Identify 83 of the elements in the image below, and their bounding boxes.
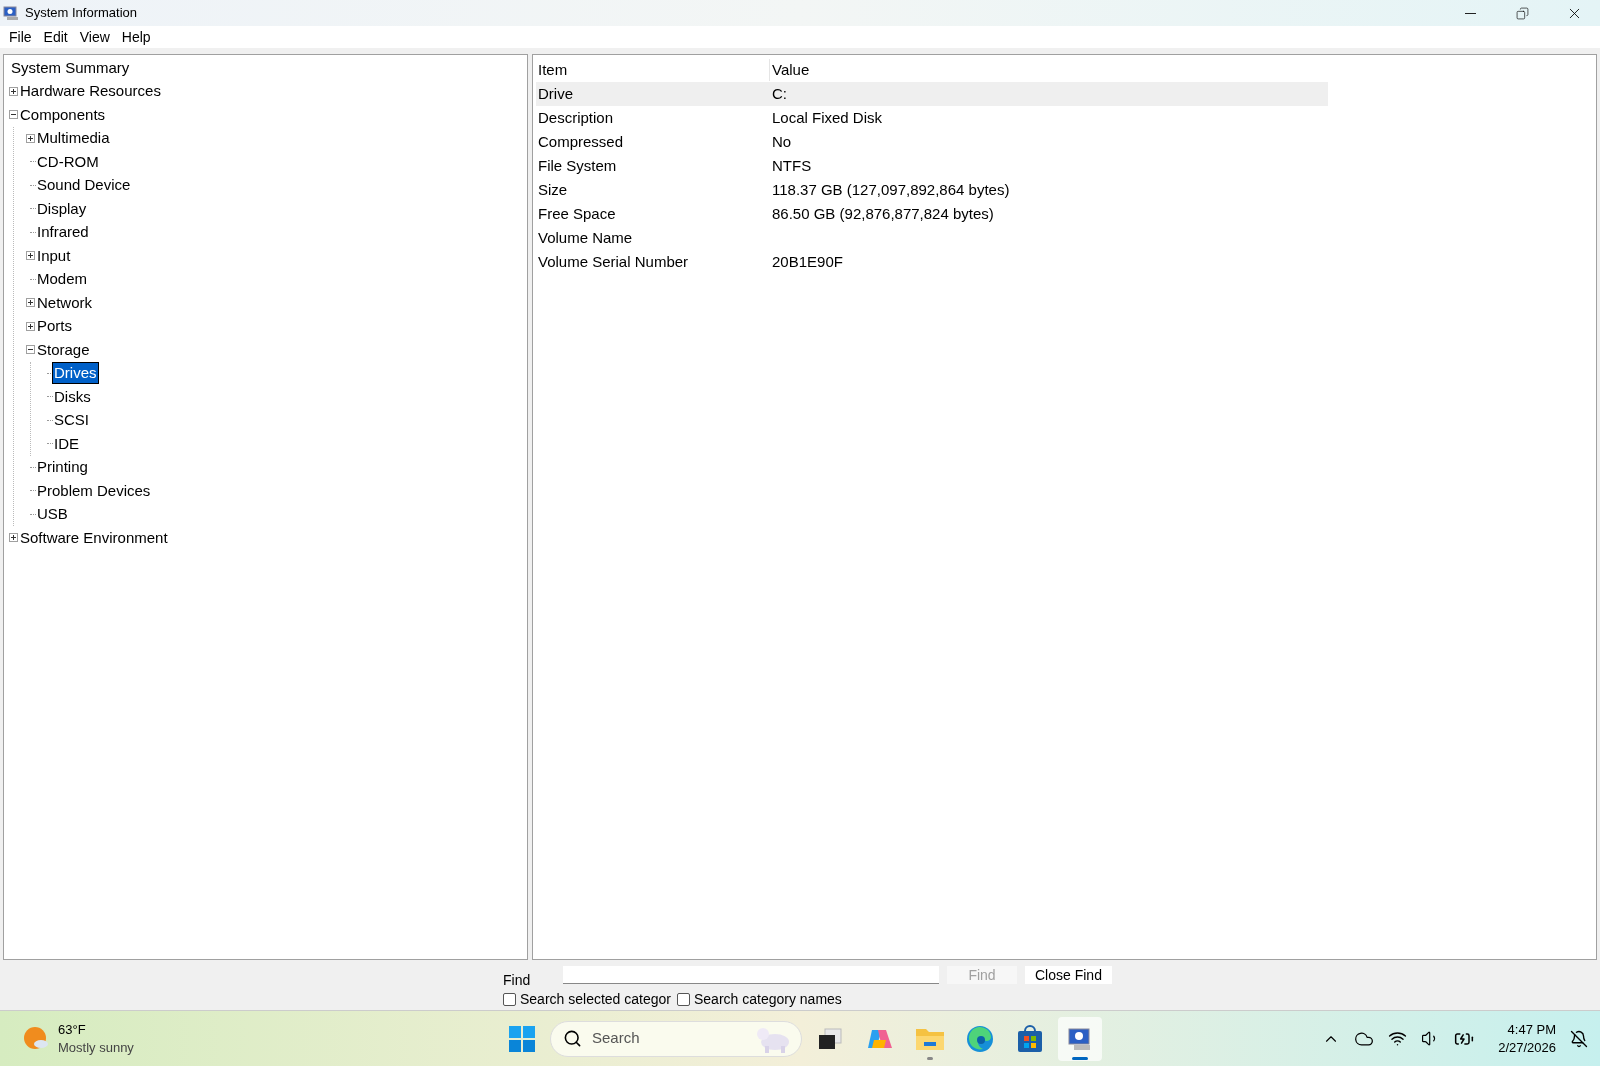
find-field[interactable] [563,966,939,984]
table-cell-text: No [771,131,792,152]
tree-item[interactable]: Software Environment [19,527,169,548]
tree-item[interactable]: Drives [53,363,98,384]
table-cell-text: Drive [537,83,574,104]
table-row[interactable]: File System NTFS [536,154,1328,178]
table-row[interactable]: Compressed No [536,130,1328,154]
column-header[interactable]: Value [770,58,1328,82]
table-row[interactable]: Free Space 86.50 GB (92,876,877,824 bytes) [536,202,1328,226]
expander-icon[interactable] [26,298,35,308]
table-cell-text: Volume Serial Number [537,251,690,272]
table-cell-text: Size [537,179,569,200]
checkbox-label: Search selected categor [520,989,671,1009]
tree-item[interactable]: Components [19,104,107,125]
tree-item[interactable]: System Summary [8,56,130,79]
checkbox[interactable] [677,992,690,1006]
tree-item[interactable]: CD-ROM [36,151,100,172]
window-stack-icon [817,1026,843,1051]
tree-item[interactable]: Input [36,245,72,266]
computer-info-icon [3,5,19,21]
find-button[interactable]: Close Find [1025,966,1112,984]
expander-icon[interactable] [9,86,18,96]
expander-icon[interactable] [26,251,35,261]
weather-text: Mostly sunny [58,1038,134,1057]
table-cell-text: 20B1E90F [771,251,843,272]
wave-circle-icon [966,1024,994,1053]
table-cell-text: 86.50 GB (92,876,877,824 bytes) [771,203,994,224]
window-title: System Information [25,4,137,23]
table-row[interactable]: Description Local Fixed Disk [536,106,1328,130]
menu-item[interactable]: Edit [37,26,74,48]
tree-item[interactable]: Ports [36,316,73,337]
expander-icon[interactable] [9,533,18,543]
tree-item[interactable]: Display [36,198,88,219]
table-row[interactable]: Drive C: [536,82,1328,106]
tree-item[interactable]: Sound Device [36,175,132,196]
search-bar[interactable]: Search [550,1020,802,1057]
notification-icon[interactable] [1570,1029,1588,1048]
search-input[interactable]: Search [592,1027,732,1050]
tree-item[interactable]: Hardware Resources [19,81,162,102]
table-row[interactable]: Size 118.37 GB (127,097,892,864 bytes) [536,178,1328,202]
menu-item[interactable]: Help [115,26,157,48]
menu-item[interactable]: File [3,26,38,48]
date-text: 2/27/2026 [1498,1038,1556,1057]
tree-item[interactable]: USB [36,504,69,525]
column-header[interactable]: Item [536,58,770,82]
expander-icon[interactable] [26,133,35,143]
temperature-text: 63°F [58,1020,87,1039]
table-cell-text: 118.37 GB (127,097,892,864 bytes) [771,179,1010,200]
table-cell-text: File System [537,155,618,176]
tree-item[interactable]: IDE [53,433,80,454]
wifi-icon[interactable] [1388,1029,1408,1048]
checkbox[interactable] [503,992,516,1006]
expander-icon[interactable] [9,110,18,120]
table-row[interactable]: Volume Name [536,226,1328,250]
table-cell-text: Description [537,107,615,128]
windows-icon [509,1025,535,1052]
search-icon [563,1029,582,1048]
clock[interactable]: 4:47 PM 2/27/2026 [1498,1020,1556,1057]
expander-icon[interactable] [26,345,35,355]
minimize-icon [1464,12,1476,14]
table-cell-text: C: [771,83,787,104]
tree-item[interactable]: Network [36,292,93,313]
tree-item[interactable]: Storage [36,339,91,360]
tree-item[interactable]: Printing [36,457,89,478]
shopping-bag-icon [1016,1024,1044,1053]
expander-icon[interactable] [26,321,35,331]
table-row[interactable]: Volume Serial Number 20B1E90F [536,250,1328,274]
table-cell-text: Local Fixed Disk [771,107,883,128]
menu-item[interactable]: View [73,26,116,48]
time-text: 4:47 PM [1507,1020,1556,1039]
tree-item[interactable]: Modem [36,269,89,290]
checkbox-label: Search category names [694,989,842,1009]
tree-item[interactable]: SCSI [53,410,90,431]
tree-item[interactable]: Multimedia [36,128,111,149]
restore-icon [1515,6,1529,20]
tree-item[interactable]: Problem Devices [36,480,152,501]
tree-item[interactable]: Disks [53,386,92,407]
table-cell-text: Volume Name [537,227,634,248]
find-label: Find [503,972,531,988]
table-cell-text: Free Space [537,203,617,224]
table-cell-text: NTFS [771,155,812,176]
tree-item[interactable]: Infrared [36,222,90,243]
table-cell-text: Compressed [537,131,625,152]
